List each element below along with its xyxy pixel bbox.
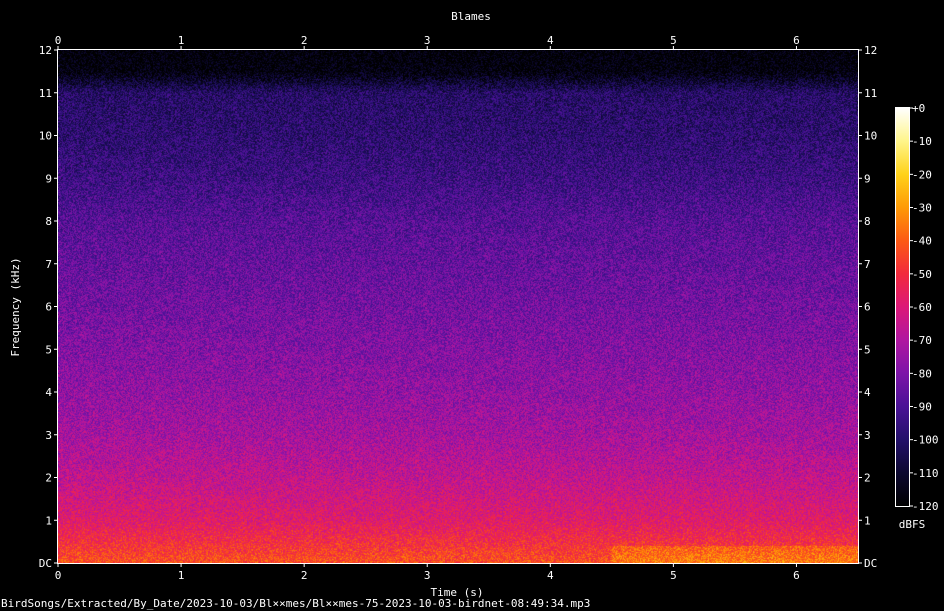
colorbar-ticks: +0 -10 -20 -30 -40 -50 -60 -70 -80 -90 -100 -110 -12…: [909, 102, 939, 513]
y-tick-label-left-5: 5: [45, 343, 52, 356]
y-tick-label-left-11: 11: [39, 87, 52, 100]
x-tick-label-top-2: 2: [301, 34, 308, 47]
plot-area: [57, 49, 859, 564]
colorbar-tick-label-8: -80: [912, 367, 932, 380]
colorbar-tick-label-9: -90: [912, 401, 932, 414]
y-axis-label: Frequency (kHz): [9, 257, 22, 356]
y-tick-label-left-8: 8: [45, 215, 52, 228]
x-tick-label-bottom-3: 3: [424, 569, 431, 582]
y-tick-label-right-7: 7: [864, 258, 871, 271]
colorbar-tick-label-4: -40: [912, 235, 932, 248]
y-tick-label-right-1: 1: [864, 514, 871, 527]
y-tick-label-left-10: 10: [39, 130, 52, 143]
colorbar-tick-label-0: +0: [912, 102, 925, 115]
x-tick-label-bottom-0: 0: [55, 569, 62, 582]
x-tick-label-top-5: 5: [670, 34, 677, 47]
x-tick-label-top-4: 4: [547, 34, 554, 47]
y-tick-label-right-10: 10: [864, 130, 877, 143]
x-tick-label-top-6: 6: [793, 34, 800, 47]
x-tick-label-bottom-6: 6: [793, 569, 800, 582]
x-tick-label-bottom-5: 5: [670, 569, 677, 582]
colorbar-tick-label-12: -120: [912, 500, 939, 513]
y-tick-label-right-0: DC: [864, 557, 877, 570]
colorbar-tick-label-11: -110: [912, 467, 939, 480]
colorbar-ramp: [896, 108, 909, 506]
colorbar: +0 -10 -20 -30 -40 -50 -60 -70 -80 -90 -100 -110 -12…: [895, 102, 939, 531]
y-tick-label-right-4: 4: [864, 386, 871, 399]
y-tick-label-right-3: 3: [864, 429, 871, 442]
y-tick-label-right-2: 2: [864, 472, 871, 485]
x-tick-label-top-3: 3: [424, 34, 431, 47]
y-tick-label-left-7: 7: [45, 258, 52, 271]
colorbar-tick-label-3: -30: [912, 202, 932, 215]
y-tick-label-right-8: 8: [864, 215, 871, 228]
spectrogram-image: [58, 50, 858, 563]
colorbar-tick-label-5: -50: [912, 268, 932, 281]
x-tick-label-bottom-4: 4: [547, 569, 554, 582]
y-tick-label-left-12: 12: [39, 44, 52, 57]
colorbar-unit: dBFS: [899, 518, 926, 531]
colorbar-tick-label-2: -20: [912, 168, 932, 181]
y-tick-label-left-3: 3: [45, 429, 52, 442]
y-tick-label-left-9: 9: [45, 172, 52, 185]
y-tick-label-right-6: 6: [864, 301, 871, 314]
y-tick-label-left-2: 2: [45, 472, 52, 485]
x-tick-label-bottom-1: 1: [178, 569, 185, 582]
file-path-footer: BirdSongs/Extracted/By_Date/2023-10-03/B…: [1, 597, 590, 610]
chart-title: Blames: [451, 10, 491, 23]
y-tick-label-left-0: DC: [39, 557, 52, 570]
colorbar-tick-label-10: -100: [912, 434, 939, 447]
y-tick-label-left-6: 6: [45, 301, 52, 314]
x-tick-label-bottom-2: 2: [301, 569, 308, 582]
y-tick-label-right-5: 5: [864, 343, 871, 356]
y-tick-label-right-12: 12: [864, 44, 877, 57]
colorbar-tick-label-1: -10: [912, 135, 932, 148]
colorbar-tick-label-7: -70: [912, 334, 932, 347]
spectrogram-figure: Blames 00112233445566 DC DC1 12 23 34 45 56 67 7…: [1, 10, 939, 610]
y-tick-label-left-1: 1: [45, 514, 52, 527]
y-tick-label-right-9: 9: [864, 172, 871, 185]
colorbar-tick-label-6: -60: [912, 301, 932, 314]
y-tick-label-right-11: 11: [864, 87, 877, 100]
x-tick-label-top-1: 1: [178, 34, 185, 47]
x-tick-label-top-0: 0: [55, 34, 62, 47]
y-tick-label-left-4: 4: [45, 386, 52, 399]
